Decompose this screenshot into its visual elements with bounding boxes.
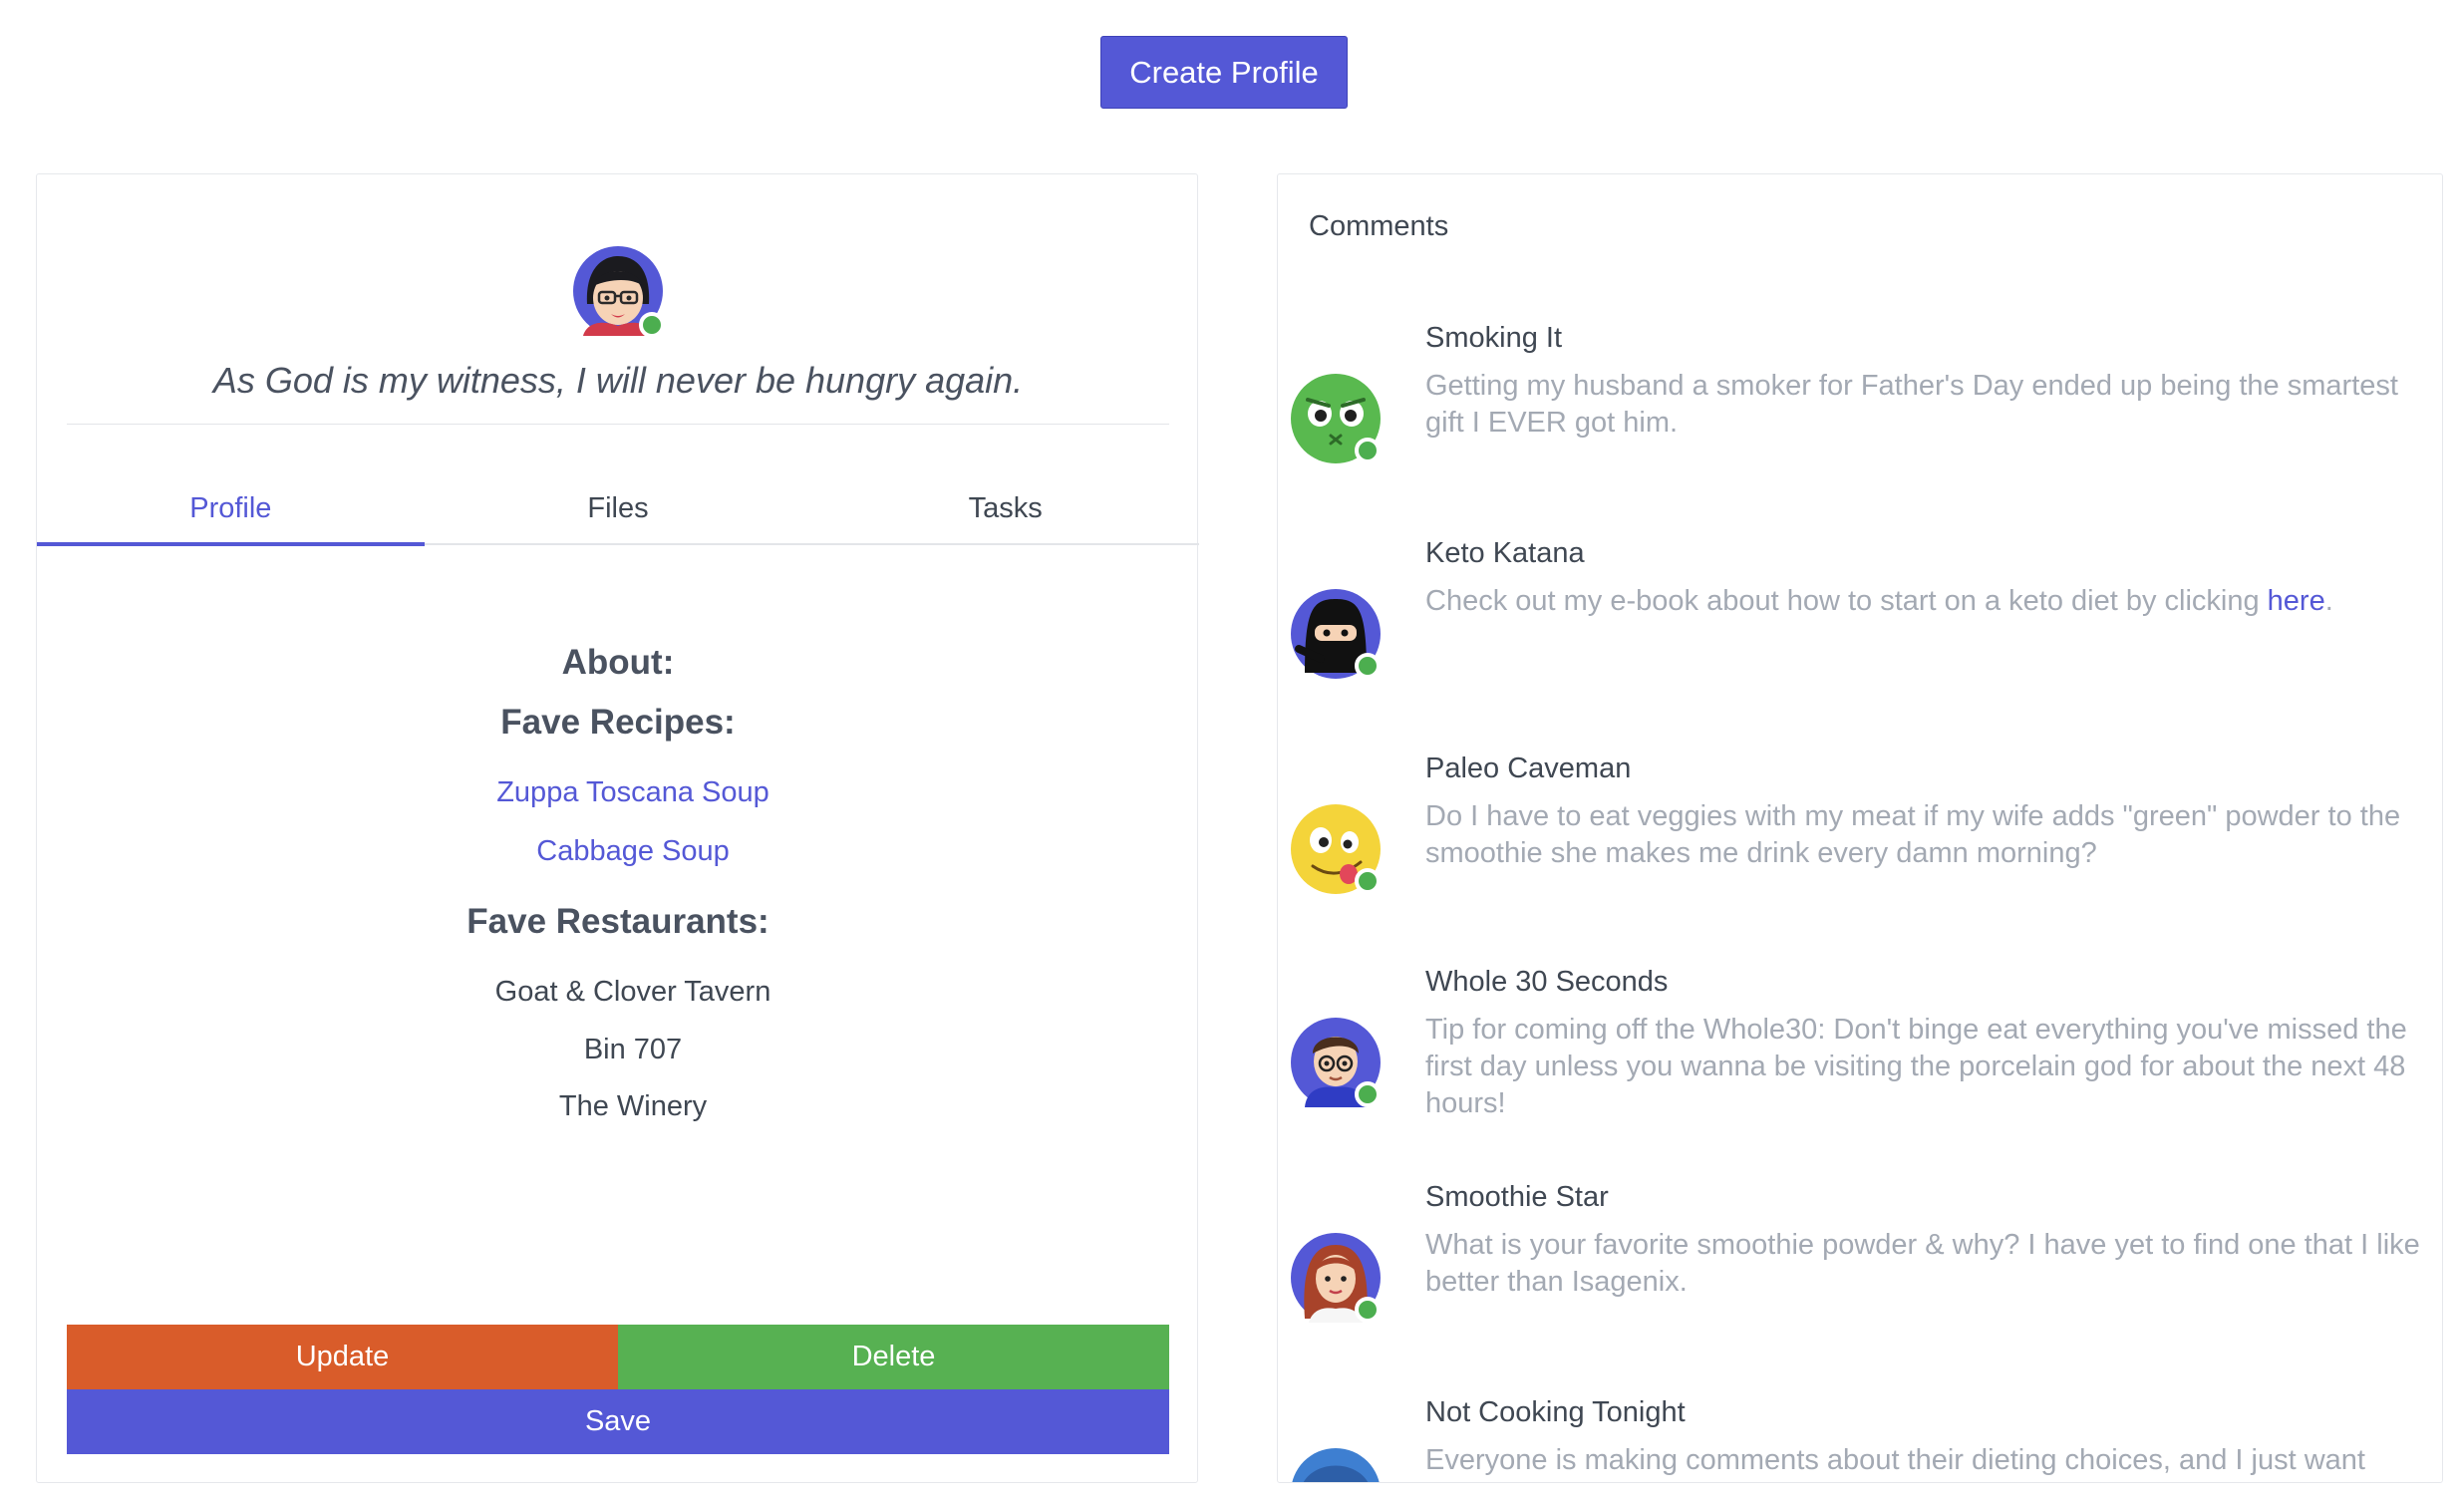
comment-avatar: [1291, 1233, 1381, 1323]
profile-tabs: Profile Files Tasks: [37, 473, 1199, 546]
ebook-link[interactable]: here: [2268, 585, 2325, 617]
comment-author: Whole 30 Seconds: [1425, 966, 1669, 998]
tab-profile[interactable]: Profile: [37, 473, 425, 546]
online-status-icon: [1355, 653, 1381, 679]
comment-avatar: [1291, 374, 1381, 463]
comments-card: Comments Smoking It Getting my husband a…: [1277, 173, 2443, 1483]
comment-text: Getting my husband a smoker for Father's…: [1425, 370, 2398, 439]
action-buttons: Update Delete: [67, 1325, 1169, 1389]
comment-text-body: Check out my e-book about how to start o…: [1425, 585, 2268, 617]
comment-author: Paleo Caveman: [1425, 752, 1632, 784]
comment-text: Everyone is making comments about their …: [1425, 1444, 2365, 1476]
online-status-icon: [639, 312, 665, 338]
comment-avatar: [1291, 1448, 1381, 1482]
online-status-icon: [1355, 868, 1381, 894]
comment-text: What is your favorite smoothie powder & …: [1425, 1229, 2420, 1298]
comment-avatar: [1291, 1018, 1381, 1107]
restaurant-item: The Winery: [558, 1090, 708, 1122]
comment-author: Keto Katana: [1425, 537, 1585, 569]
profile-quote: As God is my witness, I will never be hu…: [212, 360, 1024, 401]
restaurant-item: Bin 707: [583, 1034, 683, 1065]
online-status-icon: [1355, 438, 1381, 463]
page: Create Profile As God is my witness, I w…: [0, 0, 2464, 1505]
user-avatar-icon: [1292, 1448, 1380, 1482]
comment-author: Smoothie Star: [1425, 1181, 1609, 1213]
tab-tasks[interactable]: Tasks: [811, 473, 1199, 543]
profile-avatar: [573, 246, 665, 338]
delete-button[interactable]: Delete: [618, 1325, 1169, 1389]
comment-author: Not Cooking Tonight: [1425, 1396, 1686, 1428]
update-button[interactable]: Update: [67, 1325, 618, 1389]
comment-avatar: [1291, 804, 1381, 894]
divider: [67, 424, 1169, 425]
recipe-link[interactable]: Cabbage Soup: [52, 835, 1214, 868]
create-profile-button[interactable]: Create Profile: [1100, 36, 1348, 109]
comment-avatar: [1291, 589, 1381, 679]
comment-text: Do I have to eat veggies with my meat if…: [1425, 800, 2401, 869]
restaurant-item: Goat & Clover Tavern: [494, 976, 771, 1008]
save-button[interactable]: Save: [67, 1389, 1169, 1454]
comment-text: Check out my e-book about how to start o…: [1425, 583, 2422, 620]
fave-recipes-heading: Fave Recipes:: [500, 703, 736, 742]
comment-text: Tip for coming off the Whole30: Don't bi…: [1425, 1014, 2407, 1119]
online-status-icon: [1355, 1297, 1381, 1323]
about-heading: About:: [561, 643, 675, 682]
tab-files[interactable]: Files: [425, 473, 812, 543]
fave-restaurants-heading: Fave Restaurants:: [466, 902, 770, 941]
profile-card: As God is my witness, I will never be hu…: [36, 173, 1199, 1483]
online-status-icon: [1355, 1081, 1381, 1107]
comments-title: Comments: [1309, 210, 1449, 242]
comment-author: Smoking It: [1425, 322, 1562, 354]
comment-text-end: .: [2324, 585, 2333, 617]
recipe-link[interactable]: Zuppa Toscana Soup: [52, 776, 1214, 809]
